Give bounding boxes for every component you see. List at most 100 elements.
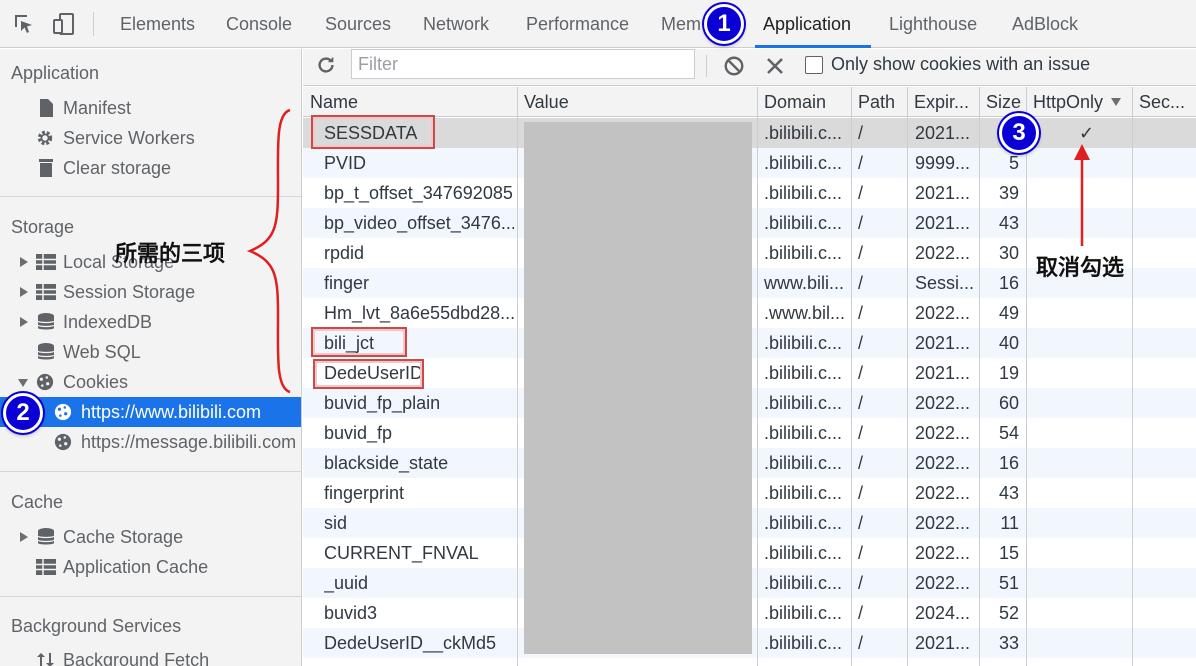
tab-console[interactable]: Console bbox=[226, 0, 292, 48]
expand-arrow-icon[interactable] bbox=[20, 317, 28, 327]
cookie-domain-cell: .bilibili.c... bbox=[764, 243, 843, 263]
cookie-domain-cell: .bilibili.c... bbox=[764, 183, 843, 203]
inspect-element-icon[interactable] bbox=[12, 12, 36, 36]
column-header-value[interactable]: Value bbox=[517, 87, 757, 117]
tab-network[interactable]: Network bbox=[423, 0, 489, 48]
filter-input[interactable] bbox=[351, 49, 695, 79]
sidebar-item-cache-storage[interactable]: Cache Storage bbox=[0, 522, 301, 552]
grid-icon bbox=[36, 284, 56, 300]
cookie-icon bbox=[36, 373, 54, 391]
sidebar-item-label: Web SQL bbox=[63, 342, 141, 362]
cookie-name-cell: bp_video_offset_3476... bbox=[324, 213, 514, 233]
cookie-path-cell: / bbox=[858, 453, 864, 473]
cookie-path-cell: / bbox=[858, 153, 864, 173]
section-title-application: Application bbox=[11, 63, 100, 83]
sidebar-item-label: Session Storage bbox=[63, 282, 196, 302]
expand-arrow-icon[interactable] bbox=[20, 287, 28, 297]
tab-lighthouse[interactable]: Lighthouse bbox=[889, 0, 977, 48]
cookie-size-cell: 19 bbox=[998, 363, 1019, 383]
close-icon[interactable] bbox=[765, 56, 785, 76]
cookie-domain-cell: .bilibili.c... bbox=[764, 153, 843, 173]
cookie-domain-cell: .bilibili.c... bbox=[764, 633, 843, 653]
refresh-icon[interactable] bbox=[315, 54, 337, 76]
cookie-expires-cell: 2022... bbox=[915, 243, 971, 263]
section-title-background-services: Background Services bbox=[11, 616, 182, 636]
cookie-httponly-cell bbox=[1079, 568, 1099, 598]
sidebar-item-label: https://www.bilibili.com bbox=[81, 402, 262, 422]
cookie-path-cell: / bbox=[858, 123, 864, 143]
expand-arrow-icon[interactable] bbox=[20, 532, 28, 542]
sidebar-item-application-cache[interactable]: Application Cache bbox=[0, 552, 301, 582]
cookie-name-cell: fingerprint bbox=[324, 483, 405, 503]
cookie-icon bbox=[54, 433, 72, 451]
cookie-size-cell: 60 bbox=[998, 393, 1019, 413]
grid-icon bbox=[36, 559, 56, 575]
column-header-secure[interactable]: Sec... bbox=[1132, 87, 1196, 117]
gear-icon bbox=[37, 130, 53, 146]
cookie-domain-cell: .bilibili.c... bbox=[764, 213, 843, 233]
cookie-domain-cell: .bilibili.c... bbox=[764, 123, 843, 143]
column-divider bbox=[907, 87, 908, 666]
cookie-domain-cell: .bilibili.c... bbox=[764, 453, 843, 473]
cookie-expires-cell: 2022... bbox=[915, 303, 971, 323]
cookie-expires-cell: 2021... bbox=[915, 333, 971, 353]
step-badge-2: 2 bbox=[3, 393, 43, 433]
step-badge-3: 3 bbox=[999, 113, 1039, 153]
cookie-path-cell: / bbox=[858, 363, 864, 383]
cookie-path-cell: / bbox=[858, 573, 864, 593]
table-header: Name Value Domain Path Expir... Size Htt… bbox=[303, 87, 1196, 117]
redacted-value-column bbox=[524, 122, 752, 654]
cookie-domain-cell: .bilibili.c... bbox=[764, 513, 843, 533]
cookie-domain-cell: .bilibili.c... bbox=[764, 603, 843, 623]
cookie-size-cell: 5 bbox=[1008, 153, 1019, 173]
cookie-httponly-cell bbox=[1079, 418, 1099, 448]
column-header-domain[interactable]: Domain bbox=[757, 87, 851, 117]
sidebar-item-background-fetch[interactable]: Background Fetch bbox=[0, 645, 301, 666]
sidebar-item-cookie-site-message[interactable]: https://message.bilibili.com bbox=[0, 427, 301, 457]
tab-adblock[interactable]: AdBlock bbox=[1012, 0, 1078, 48]
cookie-httponly-cell bbox=[1079, 298, 1099, 328]
tab-application[interactable]: Application bbox=[754, 0, 872, 48]
cookie-name-cell: PVID bbox=[324, 153, 367, 173]
column-header-path[interactable]: Path bbox=[851, 87, 907, 117]
cookie-httponly-cell bbox=[1079, 388, 1099, 418]
column-divider bbox=[979, 87, 980, 666]
block-icon[interactable] bbox=[723, 55, 745, 77]
cookie-icon bbox=[54, 403, 72, 421]
tab-performance[interactable]: Performance bbox=[526, 0, 629, 48]
cookie-size-cell: 54 bbox=[998, 423, 1019, 443]
annotation-label-uncheck: 取消勾选 bbox=[1036, 255, 1125, 280]
sidebar-item-label: https://message.bilibili.com bbox=[81, 432, 297, 452]
expand-arrow-icon[interactable] bbox=[20, 257, 28, 267]
cookie-path-cell: / bbox=[858, 633, 864, 653]
toolbar-divider bbox=[706, 55, 707, 77]
sidebar-item-label: Service Workers bbox=[63, 128, 195, 148]
cookie-size-cell: 43 bbox=[998, 483, 1019, 503]
cookie-httponly-cell bbox=[1079, 448, 1099, 478]
database-icon bbox=[37, 313, 55, 330]
cookie-httponly-cell bbox=[1079, 538, 1099, 568]
sidebar-item-cookie-site-www[interactable]: https://www.bilibili.com bbox=[0, 397, 301, 427]
up-down-arrows-icon bbox=[37, 653, 54, 666]
cookie-httponly-cell bbox=[1079, 598, 1099, 628]
red-arrow-annotation bbox=[1074, 144, 1090, 246]
tab-elements[interactable]: Elements bbox=[120, 0, 195, 48]
cookie-domain-cell: .bilibili.c... bbox=[764, 573, 843, 593]
collapse-arrow-icon[interactable] bbox=[18, 379, 28, 387]
column-header-expires[interactable]: Expir... bbox=[907, 87, 979, 117]
cookie-name-cell: sid bbox=[324, 513, 348, 533]
column-header-name[interactable]: Name bbox=[303, 87, 517, 117]
tab-sources[interactable]: Sources bbox=[325, 0, 391, 48]
cookie-size-cell: 51 bbox=[998, 573, 1019, 593]
cookie-domain-cell: .bilibili.c... bbox=[764, 333, 843, 353]
cookie-expires-cell: 2022... bbox=[915, 483, 971, 503]
tab-mem[interactable]: Mem bbox=[661, 0, 701, 48]
issue-checkbox[interactable] bbox=[805, 56, 823, 74]
cookie-expires-cell: 2022... bbox=[915, 573, 971, 593]
cookie-expires-cell: 9999... bbox=[915, 153, 971, 173]
cookie-name-cell: buvid_fp_plain bbox=[324, 393, 441, 413]
sidebar-item-label: Cookies bbox=[63, 372, 129, 392]
grid-icon bbox=[36, 254, 56, 270]
sidebar-item-label: Manifest bbox=[63, 98, 132, 118]
device-toolbar-icon[interactable] bbox=[52, 12, 76, 36]
